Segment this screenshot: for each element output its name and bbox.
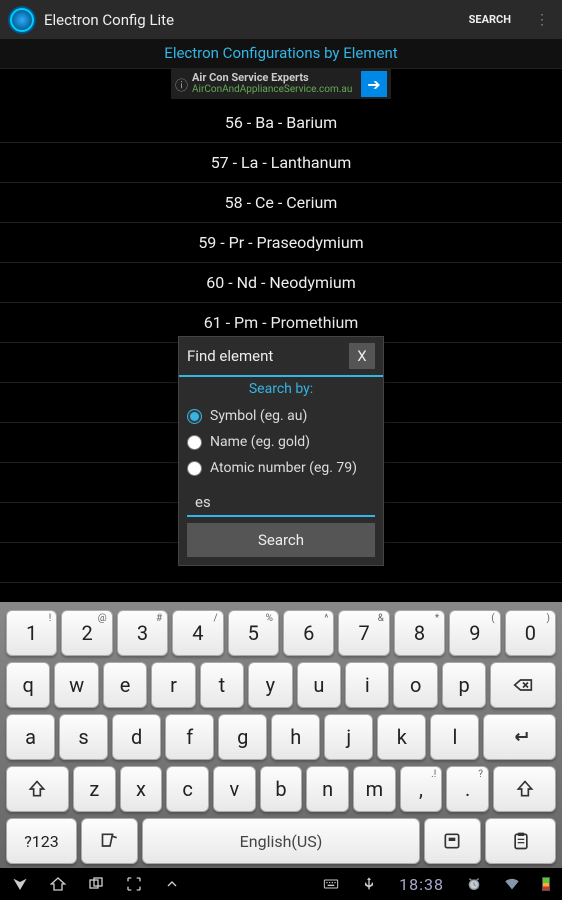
keyboard-status-icon: [323, 876, 339, 892]
key-m[interactable]: m: [353, 766, 396, 812]
list-item[interactable]: 56 - Ba - Barium: [0, 103, 562, 143]
key-h[interactable]: h: [271, 714, 320, 760]
list-item[interactable]: 60 - Nd - Neodymium: [0, 263, 562, 303]
shift-key[interactable]: [6, 766, 69, 812]
key-y[interactable]: y: [248, 662, 292, 708]
back-icon[interactable]: [12, 876, 28, 892]
backspace-key[interactable]: [490, 662, 556, 708]
ad-info-icon[interactable]: ⓘ: [171, 75, 192, 94]
key-e[interactable]: e: [103, 662, 147, 708]
shift-key[interactable]: [493, 766, 556, 812]
key-o[interactable]: o: [393, 662, 437, 708]
key-n[interactable]: n: [306, 766, 349, 812]
key-l[interactable]: l: [430, 714, 479, 760]
ad-title: Air Con Service Experts: [192, 72, 361, 84]
key-q[interactable]: q: [6, 662, 50, 708]
key-z[interactable]: z: [73, 766, 116, 812]
key-j[interactable]: j: [324, 714, 373, 760]
key-w[interactable]: w: [54, 662, 98, 708]
radio-atomic-number[interactable]: Atomic number (eg. 79): [187, 455, 375, 481]
key-b[interactable]: b: [260, 766, 303, 812]
radio-input[interactable]: [187, 435, 202, 450]
mode-key[interactable]: ?123: [6, 818, 77, 864]
radio-input[interactable]: [187, 409, 202, 424]
enter-key[interactable]: [483, 714, 556, 760]
key-f[interactable]: f: [165, 714, 214, 760]
dialog-title: Find element: [187, 347, 349, 365]
app-icon: [8, 6, 36, 34]
search-by-radio-group: Symbol (eg. au) Name (eg. gold) Atomic n…: [179, 401, 383, 485]
key-p[interactable]: p: [442, 662, 486, 708]
wifi-icon: [504, 876, 520, 892]
key-a[interactable]: a: [6, 714, 55, 760]
radio-name[interactable]: Name (eg. gold): [187, 429, 375, 455]
find-element-dialog: Find element X Search by: Symbol (eg. au…: [178, 336, 384, 566]
radio-symbol[interactable]: Symbol (eg. au): [187, 403, 375, 429]
spacebar-key[interactable]: English(US): [142, 818, 420, 864]
key-3[interactable]: 3#: [117, 610, 168, 656]
key-7[interactable]: 7&: [338, 610, 389, 656]
key-4[interactable]: 4/: [172, 610, 223, 656]
screenshot-icon[interactable]: [126, 876, 142, 892]
battery-icon: [542, 877, 550, 891]
title-bar: Electron Config Lite SEARCH ⋮: [0, 0, 562, 40]
recent-apps-icon[interactable]: [88, 876, 104, 892]
key-2[interactable]: 2@: [61, 610, 112, 656]
home-icon[interactable]: [50, 876, 66, 892]
key-5[interactable]: 5%: [228, 610, 279, 656]
key-8[interactable]: 8*: [394, 610, 445, 656]
radio-input[interactable]: [187, 461, 202, 476]
system-nav-bar: 18:38: [0, 868, 562, 900]
ad-arrow-icon[interactable]: ➔: [361, 71, 387, 97]
key-x[interactable]: x: [120, 766, 163, 812]
clock: 18:38: [399, 875, 444, 894]
close-button[interactable]: X: [349, 343, 375, 369]
key-i[interactable]: i: [345, 662, 389, 708]
overflow-menu-icon[interactable]: ⋮: [521, 15, 554, 25]
on-screen-keyboard: 1!2@3#4/5%6^7&8*9(0) qwertyuiop asdfghjk…: [0, 602, 562, 868]
key-u[interactable]: u: [297, 662, 341, 708]
alarm-icon: [466, 876, 482, 892]
key-period[interactable]: .?: [446, 766, 489, 812]
ad-url: AirConAndApplianceService.com.au: [192, 84, 361, 96]
key-s[interactable]: s: [59, 714, 108, 760]
emoji-key[interactable]: [424, 818, 481, 864]
key-0[interactable]: 0): [505, 610, 556, 656]
key-v[interactable]: v: [213, 766, 256, 812]
key-comma[interactable]: ,.!: [400, 766, 443, 812]
key-d[interactable]: d: [112, 714, 161, 760]
key-g[interactable]: g: [218, 714, 267, 760]
usb-icon: [361, 876, 377, 892]
key-r[interactable]: r: [151, 662, 195, 708]
key-9[interactable]: 9(: [449, 610, 500, 656]
expand-icon[interactable]: [164, 876, 180, 892]
list-item[interactable]: 57 - La - Lanthanum: [0, 143, 562, 183]
ad-banner[interactable]: ⓘ Air Con Service Experts AirConAndAppli…: [171, 69, 391, 99]
search-button[interactable]: SEARCH: [459, 9, 521, 30]
page-subtitle: Electron Configurations by Element: [0, 40, 562, 69]
app-title: Electron Config Lite: [44, 11, 459, 29]
search-by-label: Search by:: [179, 377, 383, 401]
handwriting-key[interactable]: [81, 818, 138, 864]
key-t[interactable]: t: [200, 662, 244, 708]
key-k[interactable]: k: [377, 714, 426, 760]
key-1[interactable]: 1!: [6, 610, 57, 656]
dialog-search-button[interactable]: Search: [187, 523, 375, 557]
list-item[interactable]: 58 - Ce - Cerium: [0, 183, 562, 223]
search-input[interactable]: [187, 489, 375, 517]
key-c[interactable]: c: [166, 766, 209, 812]
clipboard-key[interactable]: [485, 818, 556, 864]
list-item[interactable]: 59 - Pr - Praseodymium: [0, 223, 562, 263]
key-6[interactable]: 6^: [283, 610, 334, 656]
